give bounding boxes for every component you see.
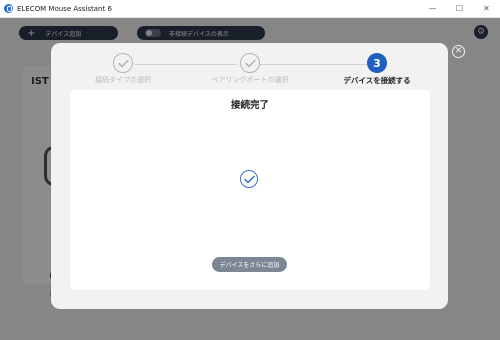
step-connector (135, 64, 237, 65)
app-logo-icon (4, 4, 13, 13)
add-more-devices-button[interactable]: デバイスをさらに追加 (212, 257, 287, 272)
window-controls: — ☐ ✕ (419, 0, 500, 17)
content-panel: 接続完了 デバイスをさらに追加 (70, 90, 430, 290)
connection-complete-title: 接続完了 (230, 100, 269, 111)
step-2-check-icon (240, 53, 260, 73)
close-window-button[interactable]: ✕ (473, 0, 500, 17)
dialog-close-icon[interactable]: ✕ (452, 45, 465, 58)
minimize-button[interactable]: — (419, 0, 446, 17)
maximize-button[interactable]: ☐ (446, 0, 473, 17)
window-title: ELECOM Mouse Assistant 6 (17, 4, 112, 13)
connection-wizard-dialog: 接続タイプの選択 ペアリングポートの選択 3 デバイスを接続する 接続完了 デバ… (51, 43, 448, 309)
step-1-check-icon (113, 53, 133, 73)
title-bar: ELECOM Mouse Assistant 6 — ☐ ✕ (0, 0, 500, 18)
step-2-label: ペアリングポートの選択 (211, 76, 289, 84)
step-connector (260, 64, 367, 65)
step-3-label: デバイスを接続する (343, 76, 411, 85)
step-3-number: 3 (367, 53, 387, 73)
step-1-label: 接続タイプの選択 (95, 76, 151, 84)
success-check-icon (240, 170, 258, 188)
